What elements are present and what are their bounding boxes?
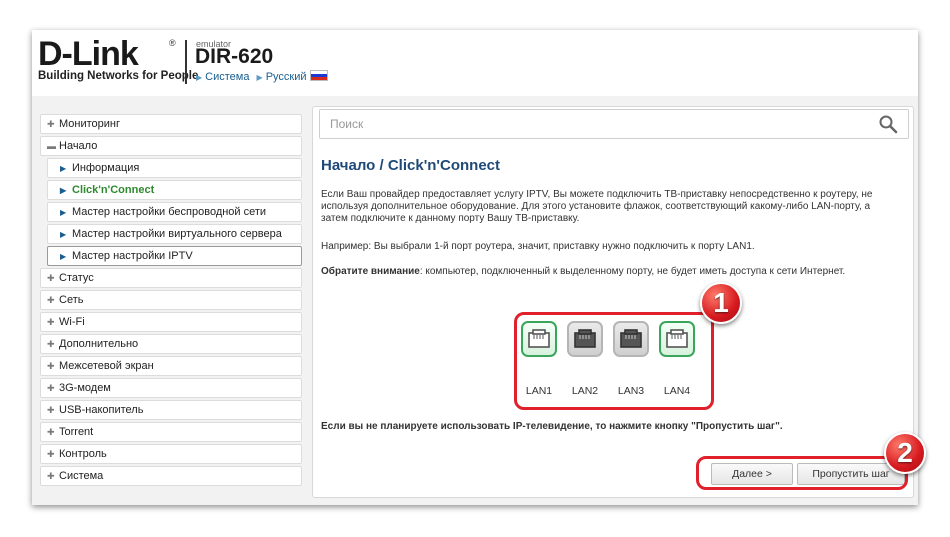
plus-icon: ✚ [47,405,55,415]
sidebar-item-wireless-wizard[interactable]: ▶ Мастер настройки беспроводной сети [47,202,302,222]
sidebar-item-virtual-server-wizard[interactable]: ▶ Мастер настройки виртуального сервера [47,224,302,244]
step-badge-1: 1 [700,282,742,324]
sidebar-item-label: Система [59,470,104,482]
sidebar-item-clickn-connect[interactable]: ▶ Click'n'Connect [47,180,302,200]
bullet-icon: ▶ [60,208,67,217]
registered-mark: ® [169,38,176,48]
sidebar-item-system[interactable]: ✚ Система [40,466,302,486]
breadcrumb-language[interactable]: Русский [266,71,307,83]
sidebar-item-status[interactable]: ✚ Статус [40,268,302,288]
plus-icon: ✚ [47,119,55,129]
russian-flag-icon[interactable] [309,70,328,81]
sidebar-item-label: USB-накопитель [59,404,144,416]
sidebar-item-iptv-wizard[interactable]: ▶ Мастер настройки IPTV [47,246,302,266]
plus-icon: ✚ [47,471,55,481]
sidebar-item-label: Wi-Fi [59,316,85,328]
breadcrumb: ▶ Система ▶ Русский [196,70,328,83]
sidebar-item-info[interactable]: ▶ Информация [47,158,302,178]
sidebar: ✚ Мониторинг ▬ Начало ▶ Информация ▶ Click'n… [40,114,302,488]
search-input[interactable] [320,110,860,138]
ports-highlight-frame [514,312,714,410]
buttons-highlight-frame [696,456,908,490]
sidebar-item-start[interactable]: ▬ Начало [40,136,302,156]
sidebar-item-firewall[interactable]: ✚ Межсетевой экран [40,356,302,376]
search-box [319,109,909,139]
sidebar-item-wifi[interactable]: ✚ Wi-Fi [40,312,302,332]
skip-hint-text: Если вы не планируете использовать IP-те… [321,421,783,432]
sidebar-item-label: Torrent [59,426,94,438]
sidebar-item-label: Мастер настройки виртуального сервера [72,228,282,240]
bullet-icon: ▶ [60,164,67,173]
warning-label: Обратите внимание [321,266,420,277]
example-text: Например: Вы выбрали 1-й порт роутера, з… [321,241,755,252]
sidebar-item-label: Сеть [59,294,84,306]
plus-icon: ✚ [47,449,55,459]
bullet-icon: ▶ [60,252,67,261]
plus-icon: ✚ [47,339,55,349]
bullet-icon: ▶ [60,230,67,239]
sidebar-item-label: Дополнительно [59,338,139,350]
page-title: Начало / Click'n'Connect [321,157,500,174]
model-name: DIR-620 [195,45,274,68]
sidebar-item-label: Click'n'Connect [72,184,155,196]
plus-icon: ✚ [47,427,55,437]
sidebar-item-monitoring[interactable]: ✚ Мониторинг [40,114,302,134]
plus-icon: ✚ [47,295,55,305]
sidebar-item-label: Информация [72,162,140,174]
sidebar-item-label: Контроль [59,448,107,460]
bullet-icon: ▶ [60,186,67,195]
sidebar-item-control[interactable]: ✚ Контроль [40,444,302,464]
sidebar-item-3g-modem[interactable]: ✚ 3G-модем [40,378,302,398]
warning-body: : компьютер, подключенный к выделенному … [419,266,846,277]
router-web-ui: D-Link ® Building Networks for People em… [32,30,918,505]
step-badge-2: 2 [884,432,926,474]
dlink-logo: D-Link [38,35,139,73]
header-divider [185,40,187,84]
sidebar-item-label: Межсетевой экран [59,360,154,372]
plus-icon: ✚ [47,361,55,371]
main-content: Начало / Click'n'Connect Если Ваш провай… [312,106,914,498]
plus-icon: ✚ [47,383,55,393]
sidebar-item-usb-storage[interactable]: ✚ USB-накопитель [40,400,302,420]
arrow-right-icon: ▶ [196,73,203,82]
description-text: Если Ваш провайдер предоставляет услугу … [321,189,873,224]
breadcrumb-system[interactable]: Система [205,71,249,83]
sidebar-item-label: Начало [59,140,98,152]
sidebar-item-network[interactable]: ✚ Сеть [40,290,302,310]
sidebar-item-label: Статус [59,272,94,284]
plus-icon: ✚ [47,273,55,283]
logo-tagline: Building Networks for People [38,70,199,82]
sidebar-item-label: Мастер настройки беспроводной сети [72,206,267,218]
search-icon[interactable] [878,114,898,134]
sidebar-item-label: Мониторинг [59,118,121,130]
plus-icon: ✚ [47,317,55,327]
minus-icon: ▬ [47,141,56,151]
sidebar-item-torrent[interactable]: ✚ Torrent [40,422,302,442]
arrow-right-icon: ▶ [256,73,263,82]
header: D-Link ® Building Networks for People em… [32,30,918,96]
sidebar-item-label: 3G-модем [59,382,111,394]
warning-text: Обратите внимание: компьютер, подключенн… [321,266,891,278]
sidebar-item-label: Мастер настройки IPTV [72,250,193,262]
sidebar-item-advanced[interactable]: ✚ Дополнительно [40,334,302,354]
